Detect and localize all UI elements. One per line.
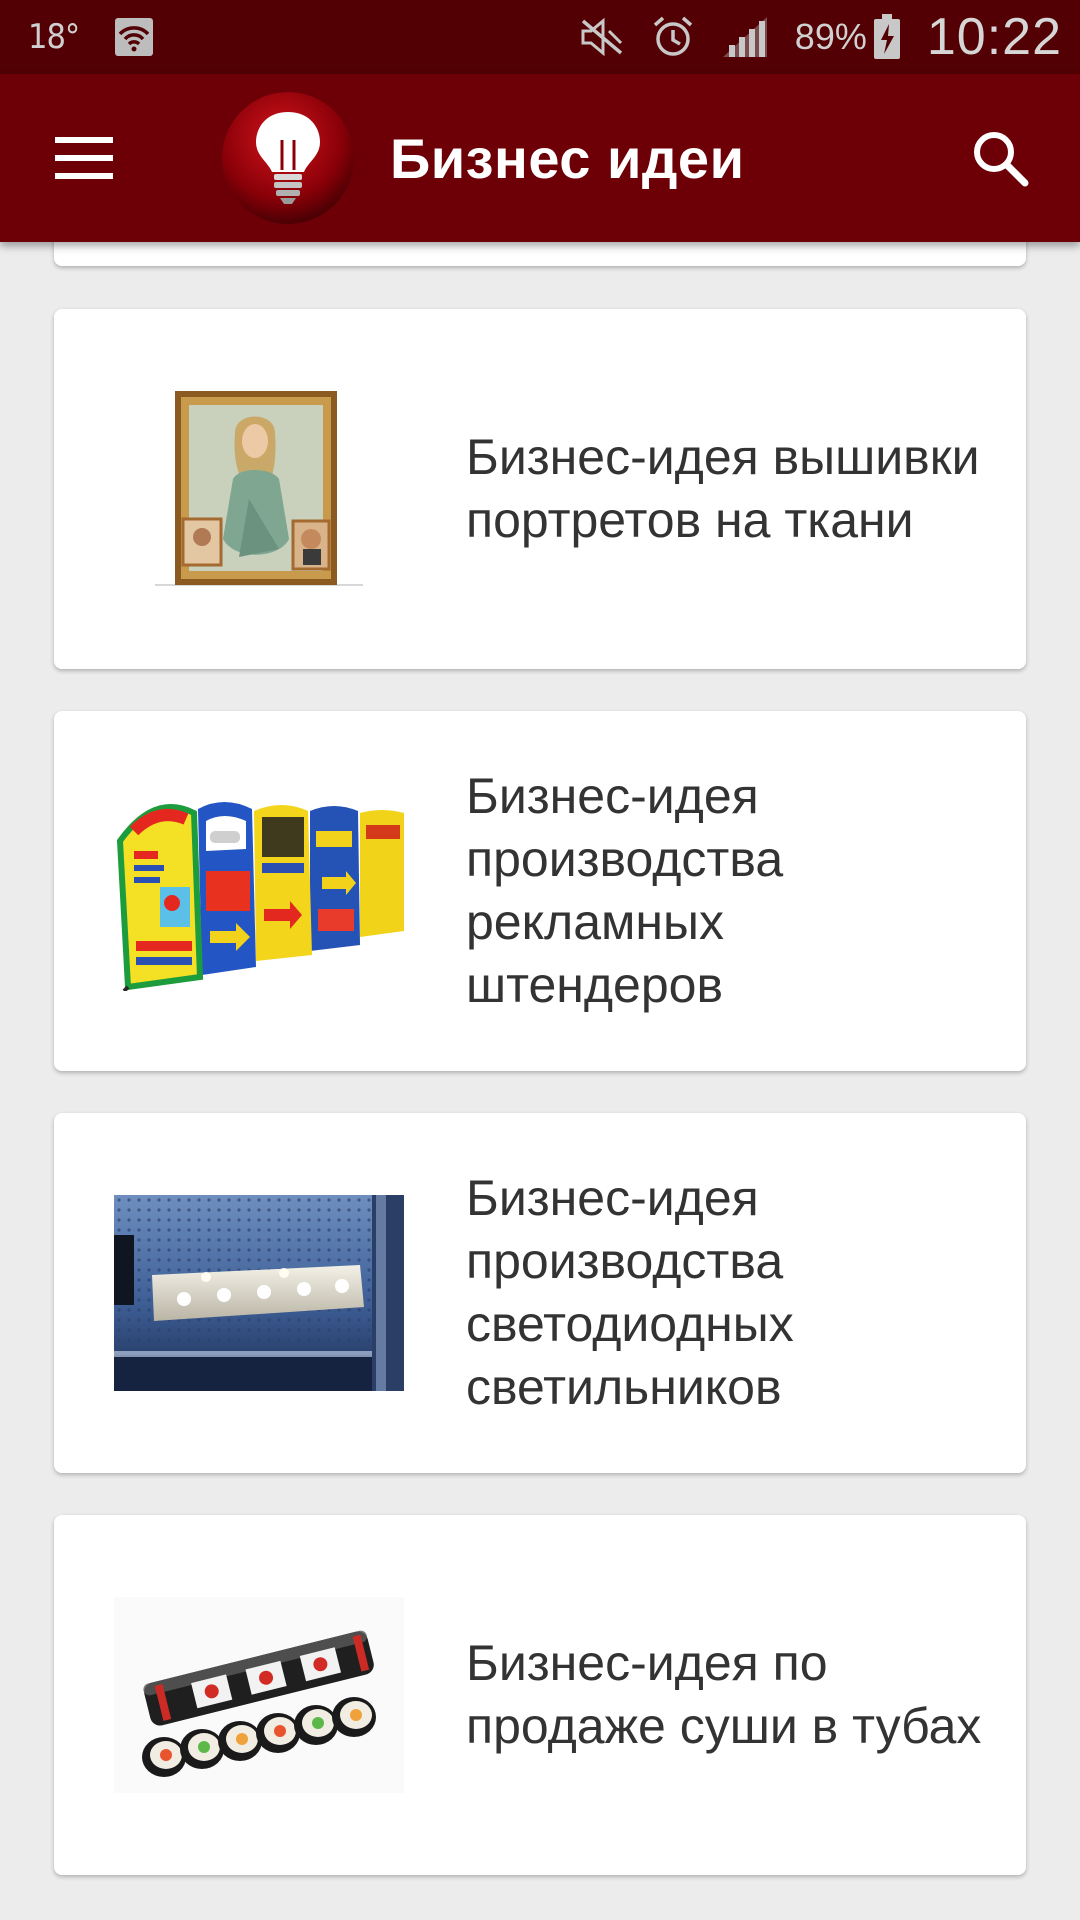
list-item[interactable]: Бизнес-идея производства светодиодных св… <box>54 1113 1026 1473</box>
battery-charging-icon <box>873 14 901 60</box>
alarm-icon <box>651 15 695 59</box>
embroidered-portrait-image <box>114 389 404 589</box>
idea-title: Бизнес-идея по продаже суши в тубах <box>466 1635 982 1754</box>
advertising-boards-image <box>114 791 404 991</box>
search-icon[interactable] <box>960 118 1040 198</box>
led-lamp-image <box>114 1193 404 1393</box>
app-title: Бизнес идеи <box>390 126 745 190</box>
temperature-indicator: 18° <box>28 17 80 57</box>
list-item-partial[interactable] <box>54 242 1026 266</box>
idea-title: Бизнес-идея производства рекламных штенд… <box>466 768 784 1013</box>
list-item[interactable]: Бизнес-идея производства рекламных штенд… <box>54 711 1026 1071</box>
idea-title: Бизнес-идея производства светодиодных св… <box>466 1170 794 1415</box>
clock: 10:22 <box>926 8 1062 66</box>
list-item[interactable]: Бизнес-идея по продаже суши в тубах <box>54 1515 1026 1875</box>
sushi-tubes-image <box>114 1595 404 1795</box>
status-bar: 18° 89% 10:22 <box>0 0 1080 74</box>
wifi-icon <box>115 18 154 56</box>
idea-title: Бизнес-идея вышивки портретов на ткани <box>466 429 980 548</box>
ideas-list: Бизнес-идея вышивки портретов на ткани Б… <box>0 242 1080 1920</box>
lightbulb-logo <box>222 92 354 224</box>
battery-percentage: 89% <box>794 16 867 57</box>
signal-icon <box>721 15 769 59</box>
hamburger-menu-icon[interactable] <box>34 108 134 208</box>
app-bar: Бизнес идеи <box>0 74 1080 242</box>
list-item[interactable]: Бизнес-идея вышивки портретов на ткани <box>54 309 1026 669</box>
mute-icon <box>579 17 625 57</box>
